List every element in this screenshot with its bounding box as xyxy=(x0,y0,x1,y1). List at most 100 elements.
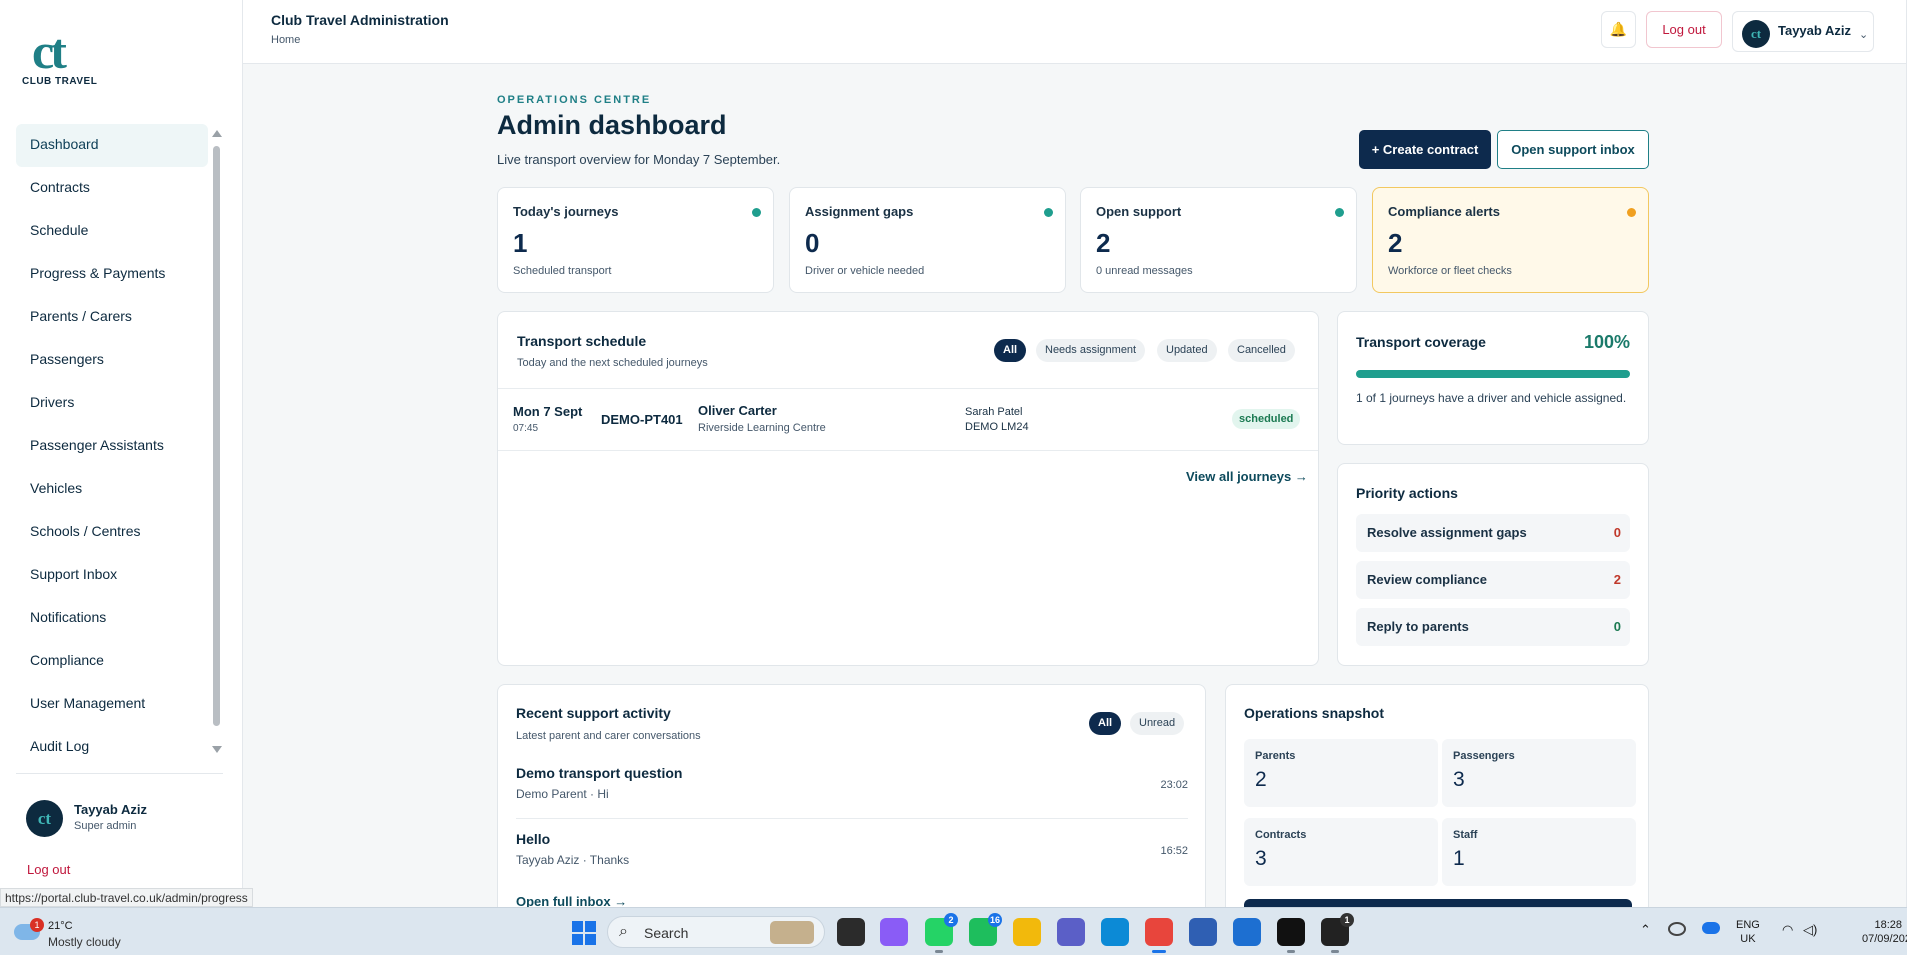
sidebar-item-notifications[interactable]: Notifications xyxy=(16,597,208,640)
passenger-name: Oliver Carter xyxy=(698,403,777,418)
snapshot-tile-parents[interactable]: Parents 2 xyxy=(1244,739,1438,807)
weather-widget[interactable]: 1 21°C Mostly cloudy xyxy=(14,918,154,950)
sidebar-user-name: Tayyab Aziz xyxy=(74,802,147,817)
app-launcher-icon[interactable] xyxy=(1189,918,1217,946)
edge-icon[interactable] xyxy=(1101,918,1129,946)
network-cloud-icon[interactable] xyxy=(1668,922,1686,936)
scroll-thumb[interactable] xyxy=(213,146,220,726)
stat-value: 0 xyxy=(805,228,820,258)
list-item[interactable]: Hello Tayyab Aziz · Thanks 16:52 xyxy=(516,831,1188,879)
priority-action-row[interactable]: Resolve assignment gaps 0 xyxy=(1356,514,1630,552)
sidebar-item-dashboard[interactable]: Dashboard xyxy=(16,124,208,167)
whatsapp-business-icon[interactable]: 16 xyxy=(969,913,1002,946)
clock-date: 07/09/2026 xyxy=(1862,933,1907,945)
sidebar-scrollbar[interactable] xyxy=(211,130,222,753)
active-indicator xyxy=(1152,950,1166,953)
sidebar-item-parents-carers[interactable]: Parents / Carers xyxy=(16,296,208,339)
breadcrumb[interactable]: Home xyxy=(271,34,300,46)
stat-note: Workforce or fleet checks xyxy=(1388,265,1512,277)
card-title: Operations snapshot xyxy=(1244,705,1385,721)
notifications-button[interactable]: 🔔 xyxy=(1601,11,1636,48)
scroll-down-arrow-icon[interactable] xyxy=(212,746,222,753)
windows-taskbar: 1 21°C Mostly cloudy ⌕ Search 2 16 1 ⌃ E… xyxy=(0,907,1907,955)
sidebar-nav: Dashboard Contracts Schedule Progress & … xyxy=(16,124,208,769)
divider xyxy=(516,818,1188,819)
onedrive-icon[interactable] xyxy=(1702,922,1720,934)
sidebar: ct CLUB TRAVEL Dashboard Contracts Sched… xyxy=(0,0,243,907)
user-menu-name: Tayyab Aziz xyxy=(1778,23,1851,38)
snapshot-label: Parents xyxy=(1255,750,1296,762)
sidebar-item-progress-payments[interactable]: Progress & Payments xyxy=(16,253,208,296)
stat-label: Open support xyxy=(1096,204,1182,219)
club-travel-logo[interactable]: ct CLUB TRAVEL xyxy=(22,26,102,92)
chatgpt-icon[interactable]: 1 xyxy=(1321,913,1354,953)
sidebar-item-user-management[interactable]: User Management xyxy=(16,683,208,726)
region-code: UK xyxy=(1740,933,1756,945)
wifi-icon[interactable]: ◠ xyxy=(1782,922,1793,938)
taskbar-search[interactable]: ⌕ Search xyxy=(607,916,825,948)
sidebar-item-schedule[interactable]: Schedule xyxy=(16,210,208,253)
file-explorer-icon[interactable] xyxy=(1013,918,1041,946)
coverage-percent: 100% xyxy=(1583,332,1630,352)
tray-chevron-up-icon[interactable]: ⌃ xyxy=(1640,922,1651,938)
sidebar-item-audit-log[interactable]: Audit Log xyxy=(16,726,208,769)
task-view-icon[interactable] xyxy=(837,918,865,946)
card-title: Transport schedule xyxy=(517,333,647,349)
snapshot-tile-passengers[interactable]: Passengers 3 xyxy=(1442,739,1636,807)
view-all-journeys-link[interactable]: View all journeys → xyxy=(1186,469,1308,484)
sidebar-item-vehicles[interactable]: Vehicles xyxy=(16,468,208,511)
whatsapp-icon[interactable]: 2 xyxy=(925,913,958,953)
search-icon: ⌕ xyxy=(619,923,628,940)
table-row[interactable]: Mon 7 Sept 07:45 DEMO-PT401 Oliver Carte… xyxy=(498,389,1318,449)
stat-card-assignment-gaps[interactable]: Assignment gaps 0 Driver or vehicle need… xyxy=(789,187,1066,293)
priority-action-row[interactable]: Review compliance 2 xyxy=(1356,561,1630,599)
stat-label: Compliance alerts xyxy=(1388,204,1500,219)
windows-start-icon[interactable] xyxy=(572,921,596,945)
sidebar-logout-link[interactable]: Log out xyxy=(27,862,70,877)
filter-all[interactable]: All xyxy=(1089,712,1122,735)
scroll-up-arrow-icon[interactable] xyxy=(212,130,222,137)
stat-card-todays-journeys[interactable]: Today's journeys 1 Scheduled transport xyxy=(497,187,774,293)
terminal-icon[interactable] xyxy=(1277,918,1305,953)
page-kicker: OPERATIONS CENTRE xyxy=(497,94,652,106)
open-support-inbox-button[interactable]: Open support inbox xyxy=(1497,130,1649,169)
snapshot-tile-contracts[interactable]: Contracts 3 xyxy=(1244,818,1438,886)
sidebar-item-passengers[interactable]: Passengers xyxy=(16,339,208,382)
filter-updated[interactable]: Updated xyxy=(1157,339,1217,362)
stat-card-compliance-alerts[interactable]: Compliance alerts 2 Workforce or fleet c… xyxy=(1372,187,1649,293)
priority-action-row[interactable]: Reply to parents 0 xyxy=(1356,608,1630,646)
conversation-time: 23:02 xyxy=(1160,779,1188,791)
filter-cancelled[interactable]: Cancelled xyxy=(1228,339,1295,362)
whatsapp-count: 2 xyxy=(944,913,958,927)
conversation-time: 16:52 xyxy=(1160,845,1188,857)
chrome-icon[interactable] xyxy=(1145,918,1173,953)
snapshot-tile-staff[interactable]: Staff 1 xyxy=(1442,818,1636,886)
teams-icon[interactable] xyxy=(1057,918,1085,946)
stat-card-open-support[interactable]: Open support 2 0 unread messages xyxy=(1080,187,1357,293)
sidebar-item-compliance[interactable]: Compliance xyxy=(16,640,208,683)
sidebar-item-passenger-assistants[interactable]: Passenger Assistants xyxy=(16,425,208,468)
header-logout-button[interactable]: Log out xyxy=(1646,11,1722,48)
running-indicator xyxy=(1287,950,1295,953)
coverage-note: 1 of 1 journeys have a driver and vehicl… xyxy=(1356,391,1627,405)
outlook-icon[interactable] xyxy=(1233,918,1261,946)
list-item[interactable]: Demo transport question Demo Parent · Hi… xyxy=(516,765,1188,813)
create-contract-button[interactable]: + Create contract xyxy=(1359,130,1491,169)
sidebar-item-support-inbox[interactable]: Support Inbox xyxy=(16,554,208,597)
priority-action-count: 0 xyxy=(1613,525,1621,540)
user-menu[interactable]: ct Tayyab Aziz ⌄ xyxy=(1732,11,1874,52)
filter-needs-assignment[interactable]: Needs assignment xyxy=(1036,339,1146,362)
sidebar-item-contracts[interactable]: Contracts xyxy=(16,167,208,210)
sidebar-item-schools-centres[interactable]: Schools / Centres xyxy=(16,511,208,554)
weather-temp: 21°C xyxy=(48,920,73,932)
clock[interactable]: 18:28 07/09/2026 xyxy=(1862,918,1907,946)
stat-value: 2 xyxy=(1096,228,1111,258)
conversation-title: Hello xyxy=(516,831,551,847)
filter-unread[interactable]: Unread xyxy=(1130,712,1185,735)
status-dot xyxy=(752,208,761,217)
language-indicator[interactable]: ENG UK xyxy=(1736,918,1760,946)
filter-all[interactable]: All xyxy=(994,339,1027,362)
volume-icon[interactable]: ◁) xyxy=(1803,922,1817,938)
copilot-icon[interactable] xyxy=(880,918,908,946)
sidebar-item-drivers[interactable]: Drivers xyxy=(16,382,208,425)
